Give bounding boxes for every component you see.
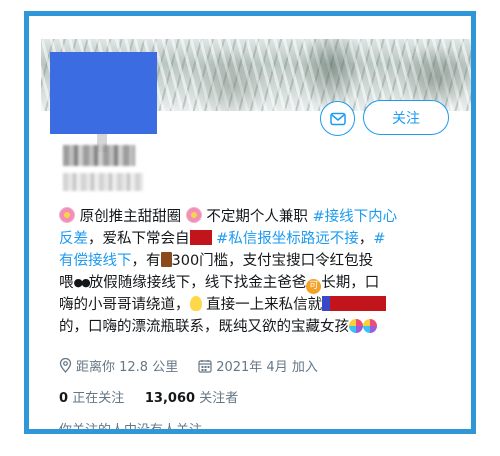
bio-text: 不定期个人兼职 bbox=[206, 209, 308, 225]
bio-text: 长期，口 bbox=[321, 275, 380, 291]
display-name-blurred bbox=[63, 145, 135, 166]
hashtag-link[interactable]: 反差 bbox=[59, 231, 88, 247]
following-link[interactable]: 0 正在关注 bbox=[59, 391, 124, 406]
avatar-redacted[interactable] bbox=[50, 52, 157, 134]
bio-text: 的，口嗨的漂流瓶联系，既纯又欲的宝藏女孩 bbox=[59, 319, 349, 335]
bio-text: ，有 bbox=[131, 253, 161, 269]
lollipop-icon bbox=[363, 319, 377, 333]
follow-stats: 0 正在关注 13,060 关注者 bbox=[59, 387, 238, 406]
following-count: 0 bbox=[59, 391, 69, 406]
redaction-box bbox=[330, 296, 387, 311]
envelope-icon bbox=[329, 112, 346, 125]
hashtag-link[interactable]: #私信报坐标路远不接 bbox=[216, 231, 359, 247]
bio-text: ，爱私下常会自 bbox=[88, 231, 190, 247]
profile-card-frame: 关注 原创推主甜甜圈 不定期个人兼职 #接线下内心 反差，爱私下常会自 #私信报… bbox=[24, 11, 476, 434]
followers-count: 13,060 bbox=[144, 391, 196, 406]
username-blurred bbox=[63, 173, 143, 191]
lollipop-icon bbox=[349, 319, 363, 333]
joined-date-text: 2021年 4月 加入 bbox=[216, 360, 318, 375]
redaction-box bbox=[189, 230, 212, 245]
hashtag-link[interactable]: # bbox=[373, 231, 385, 247]
calendar-icon bbox=[198, 359, 212, 373]
cherry-blossom-icon bbox=[185, 207, 202, 223]
light-bulb-icon bbox=[189, 296, 202, 311]
bio-text: 300门槛，支付宝搜口令红包投 bbox=[171, 253, 374, 269]
followers-link[interactable]: 13,060 关注者 bbox=[145, 391, 238, 406]
profile-meta: 距离你 12.8 公里 2021年 4月 加入 bbox=[59, 356, 318, 375]
bio-text: 放假随缘接线下，线下找金主爸爸 bbox=[88, 275, 307, 291]
bio-text: ， bbox=[358, 231, 374, 247]
message-button[interactable] bbox=[320, 101, 355, 136]
bio-text: 喂 bbox=[59, 275, 74, 291]
hashtag-link[interactable]: #接线下内心 bbox=[312, 209, 397, 225]
hashtag-link[interactable]: 有偿接线下 bbox=[59, 253, 132, 269]
redaction-box-blue bbox=[322, 296, 331, 311]
bio-text: 直接一上来私信就 bbox=[206, 297, 323, 313]
following-label: 正在关注 bbox=[72, 391, 125, 406]
follow-button[interactable]: 关注 bbox=[363, 100, 449, 135]
cherry-blossom-icon bbox=[59, 207, 75, 223]
bio-text: 原创推主甜甜圈 bbox=[79, 209, 182, 225]
location-text: 距离你 12.8 公里 bbox=[76, 360, 179, 375]
bio-text: 嗨的小哥哥请绕道， bbox=[59, 297, 190, 313]
door-icon bbox=[160, 252, 172, 267]
location-pin-icon bbox=[59, 358, 72, 373]
mutual-followers-text: 你关注的人中没有人关注 bbox=[59, 423, 203, 434]
eyes-icon: ●● bbox=[73, 276, 91, 289]
profile-bio: 原创推主甜甜圈 不定期个人兼职 #接线下内心 反差，爱私下常会自 #私信报坐标路… bbox=[59, 206, 467, 338]
followers-label: 关注者 bbox=[199, 391, 239, 406]
coin-icon: 可 bbox=[306, 279, 322, 294]
